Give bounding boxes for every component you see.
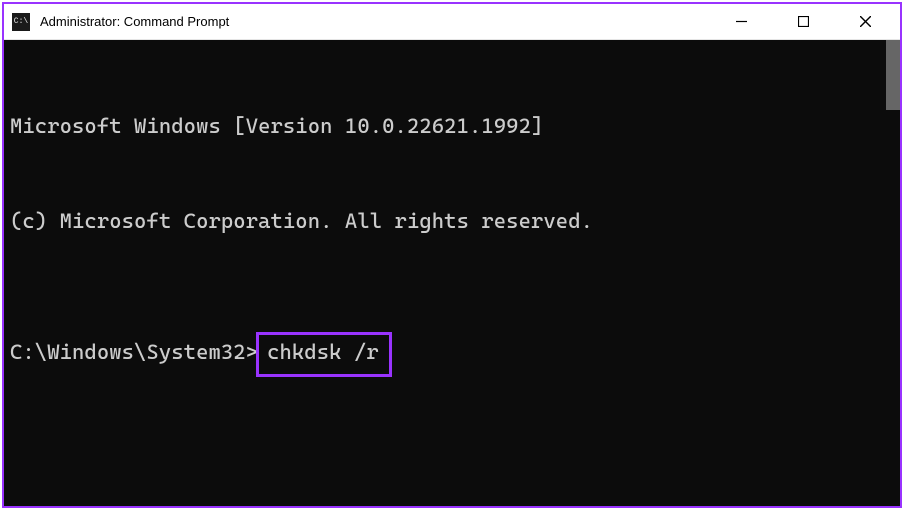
version-line: Microsoft Windows [Version 10.0.22621.19…	[10, 111, 900, 143]
prompt-path: C:\Windows\System32>	[10, 340, 258, 364]
window-title: Administrator: Command Prompt	[40, 14, 710, 29]
maximize-icon	[798, 16, 809, 27]
close-button[interactable]	[834, 4, 896, 40]
copyright-line: (c) Microsoft Corporation. All rights re…	[10, 206, 900, 238]
scrollbar-track[interactable]	[886, 40, 900, 506]
prompt-line: C:\Windows\System32>chkdsk /r	[10, 332, 900, 377]
titlebar[interactable]: Administrator: Command Prompt	[4, 4, 900, 40]
scrollbar-thumb[interactable]	[886, 40, 900, 110]
close-icon	[860, 16, 871, 27]
terminal-output: Microsoft Windows [Version 10.0.22621.19…	[4, 40, 900, 440]
command-prompt-window: Administrator: Command Prompt Microsoft …	[2, 2, 902, 508]
cmd-icon	[12, 13, 30, 31]
command-input[interactable]: chkdsk /r	[256, 332, 392, 377]
window-controls	[710, 4, 896, 39]
terminal-area[interactable]: Microsoft Windows [Version 10.0.22621.19…	[4, 40, 900, 506]
minimize-icon	[736, 16, 747, 27]
minimize-button[interactable]	[710, 4, 772, 40]
maximize-button[interactable]	[772, 4, 834, 40]
